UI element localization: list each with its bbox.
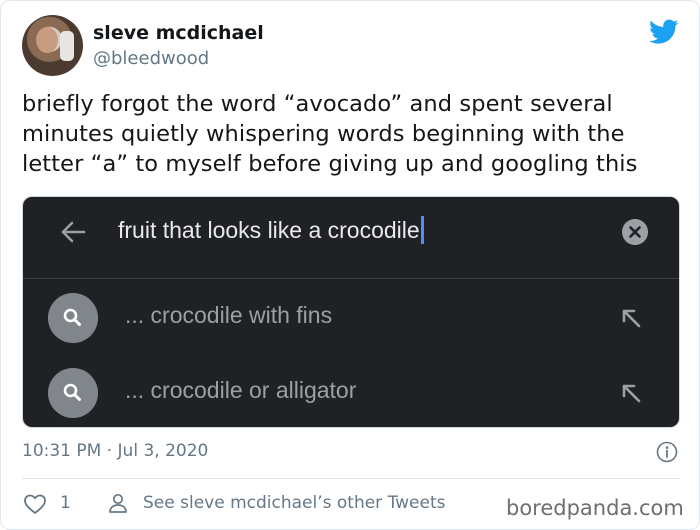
search-query: fruit that looks like a crocodile: [118, 215, 424, 245]
tweet-text: briefly forgot the word “avocado” and sp…: [22, 91, 638, 177]
display-name[interactable]: sleve mcdichael: [93, 22, 264, 44]
like-count: 1: [60, 493, 71, 513]
back-arrow-icon: [61, 221, 86, 243]
divider: [22, 478, 680, 479]
fill-query-arrow-icon: [622, 309, 641, 328]
suggestion-row: ... crocodile with fins: [23, 288, 679, 348]
avatar[interactable]: [22, 15, 83, 76]
search-icon: [48, 368, 98, 418]
suggestion-text: ... crocodile with fins: [125, 302, 333, 328]
suggestion-row: ... crocodile or alligator: [23, 363, 679, 423]
divider: [23, 278, 679, 279]
info-icon[interactable]: [656, 441, 678, 463]
search-query-text: fruit that looks like a crocodile: [118, 217, 420, 243]
avatar-figure: [60, 31, 74, 61]
fill-query-arrow-icon: [622, 384, 641, 403]
heart-icon[interactable]: [23, 493, 47, 515]
text-caret: [420, 216, 424, 244]
user-handle[interactable]: @bleedwood: [93, 48, 209, 69]
see-other-tweets-link[interactable]: See sleve mcdichael’s other Tweets: [143, 493, 446, 513]
search-icon: [48, 293, 98, 343]
watermark: boredpanda.com: [506, 496, 684, 520]
tweet-timestamp[interactable]: 10:31 PM · Jul 3, 2020: [22, 441, 208, 461]
clear-icon: [622, 219, 648, 245]
tweet-card: sleve mcdichael @bleedwood briefly forgo…: [0, 0, 700, 530]
embedded-screenshot[interactable]: fruit that looks like a crocodile ... cr…: [22, 196, 680, 428]
avatar-face: [36, 27, 58, 53]
suggestion-text: ... crocodile or alligator: [125, 377, 357, 403]
twitter-bird-icon[interactable]: [649, 19, 679, 45]
person-icon[interactable]: [107, 492, 129, 514]
